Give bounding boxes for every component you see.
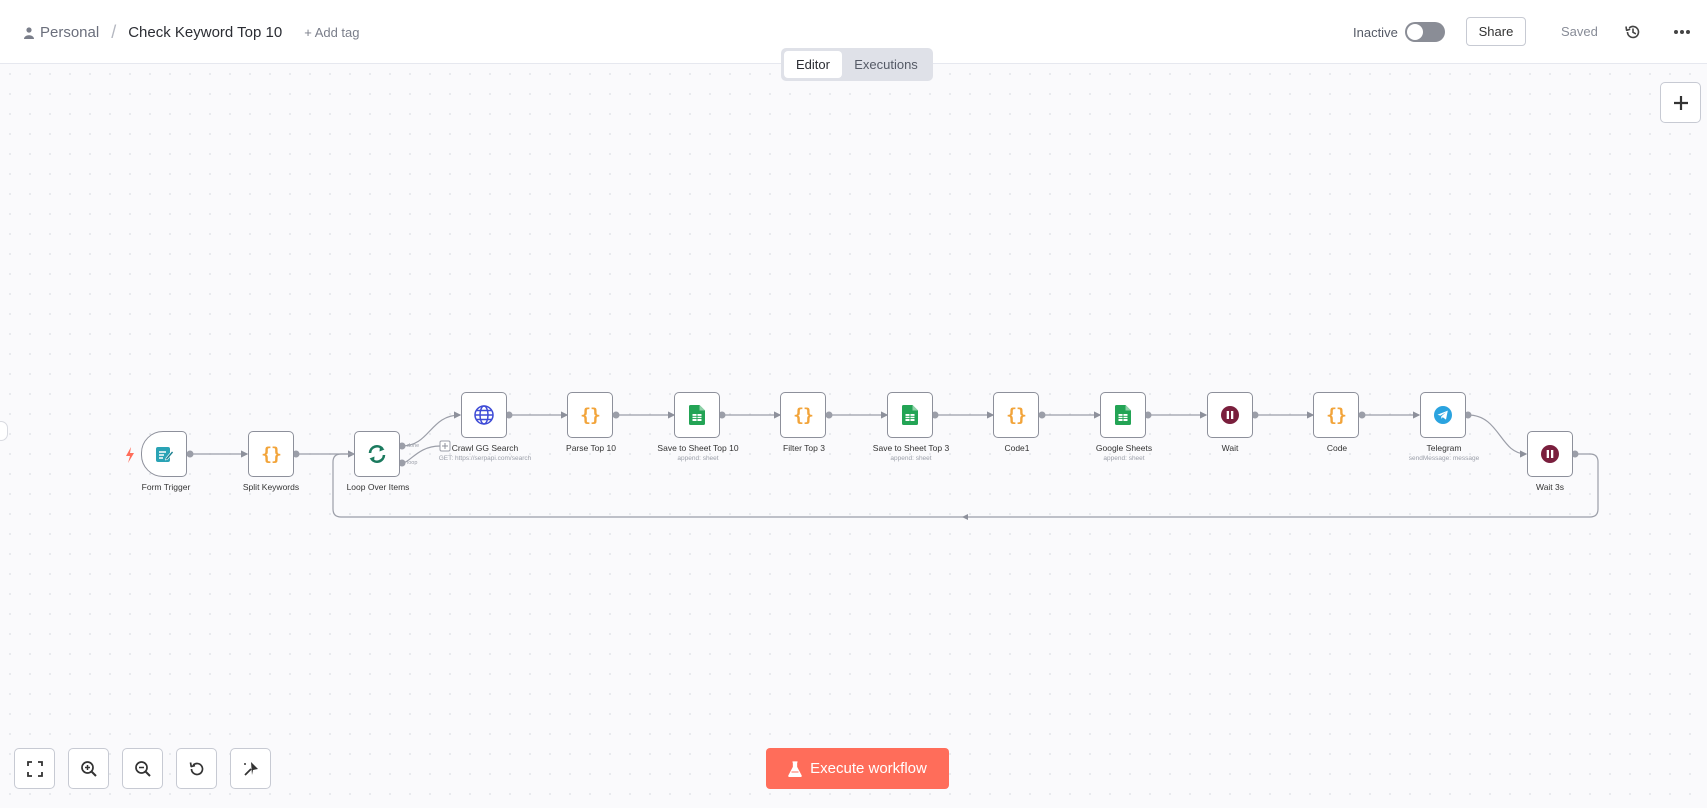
node-subtitle: append: sheet — [677, 455, 719, 462]
workflow-title[interactable]: Check Keyword Top 10 — [128, 24, 282, 41]
node-code1[interactable]: {} — [993, 392, 1039, 438]
google-sheets-icon — [902, 405, 918, 425]
loop-icon — [368, 445, 386, 463]
telegram-icon — [1434, 406, 1452, 424]
reset-zoom-icon — [189, 761, 203, 775]
project-name: Personal — [40, 24, 100, 41]
globe-icon — [474, 405, 494, 425]
editor-tabs: Editor Executions — [781, 48, 933, 81]
node-label: Wait 3s — [1535, 482, 1565, 492]
breadcrumb: Personal / Check Keyword Top 10 + Add ta… — [24, 22, 360, 43]
node-save-to-sheet-top-10[interactable] — [674, 392, 720, 438]
breadcrumb-separator: / — [111, 22, 117, 42]
history-icon[interactable] — [1623, 22, 1643, 42]
node-loop-over-items[interactable] — [354, 431, 400, 477]
project-link[interactable]: Personal — [24, 24, 99, 41]
flask-icon — [788, 760, 802, 777]
plus-icon — [1673, 95, 1688, 110]
node-subtitle: append: sheet — [1103, 455, 1145, 462]
form-trigger-icon — [156, 447, 174, 462]
node-subtitle: append: sheet — [890, 455, 932, 462]
node-code[interactable]: {} — [1313, 392, 1359, 438]
execute-workflow-label: Execute workflow — [810, 760, 927, 777]
code-icon: {} — [1326, 404, 1347, 426]
zoom-out-icon — [134, 760, 151, 777]
node-label: Telegram — [1426, 443, 1462, 453]
node-google-sheets[interactable] — [1100, 392, 1146, 438]
code-icon: {} — [793, 404, 814, 426]
zoom-in-icon — [80, 760, 97, 777]
node-parse-top-10[interactable]: {} — [567, 392, 613, 438]
node-split-keywords[interactable]: {} — [248, 431, 294, 477]
fit-view-button[interactable] — [14, 748, 55, 789]
more-icon[interactable] — [1672, 22, 1692, 42]
fit-view-icon — [26, 760, 43, 777]
tab-editor[interactable]: Editor — [784, 51, 842, 78]
node-subtitle: GET: https://serpapi.com/search — [438, 455, 532, 462]
node-crawl-gg-search[interactable] — [461, 392, 507, 438]
add-node-button[interactable] — [1660, 82, 1701, 123]
node-label: Loop Over Items — [346, 482, 410, 492]
reset-zoom-button[interactable] — [176, 748, 217, 789]
node-telegram[interactable] — [1420, 392, 1466, 438]
code-icon: {} — [580, 404, 601, 426]
wait-icon — [1541, 445, 1559, 463]
code-icon: {} — [1006, 404, 1027, 426]
tidy-up-button[interactable] — [230, 748, 271, 789]
zoom-in-button[interactable] — [68, 748, 109, 789]
toggle-knob — [1407, 24, 1423, 40]
tab-executions[interactable]: Executions — [844, 51, 928, 78]
saved-status: Saved — [1561, 24, 1598, 39]
active-toggle[interactable] — [1405, 22, 1445, 42]
zoom-out-button[interactable] — [122, 748, 163, 789]
active-status-label: Inactive — [1353, 25, 1398, 40]
node-save-to-sheet-top-3[interactable] — [887, 392, 933, 438]
google-sheets-icon — [689, 405, 705, 425]
code-icon: {} — [261, 443, 282, 465]
user-icon — [24, 26, 34, 39]
execute-workflow-button[interactable]: Execute workflow — [766, 748, 949, 789]
wait-icon — [1221, 406, 1239, 424]
add-tag-link[interactable]: + Add tag — [304, 25, 359, 40]
node-form-trigger[interactable] — [141, 431, 187, 477]
tidy-up-icon — [243, 761, 258, 776]
google-sheets-icon — [1115, 405, 1131, 425]
node-subtitle: sendMessage: message — [1408, 455, 1480, 462]
share-button[interactable]: Share — [1466, 17, 1526, 46]
node-wait[interactable] — [1207, 392, 1253, 438]
node-filter-top-3[interactable]: {} — [780, 392, 826, 438]
node-wait-3s[interactable] — [1527, 431, 1573, 477]
